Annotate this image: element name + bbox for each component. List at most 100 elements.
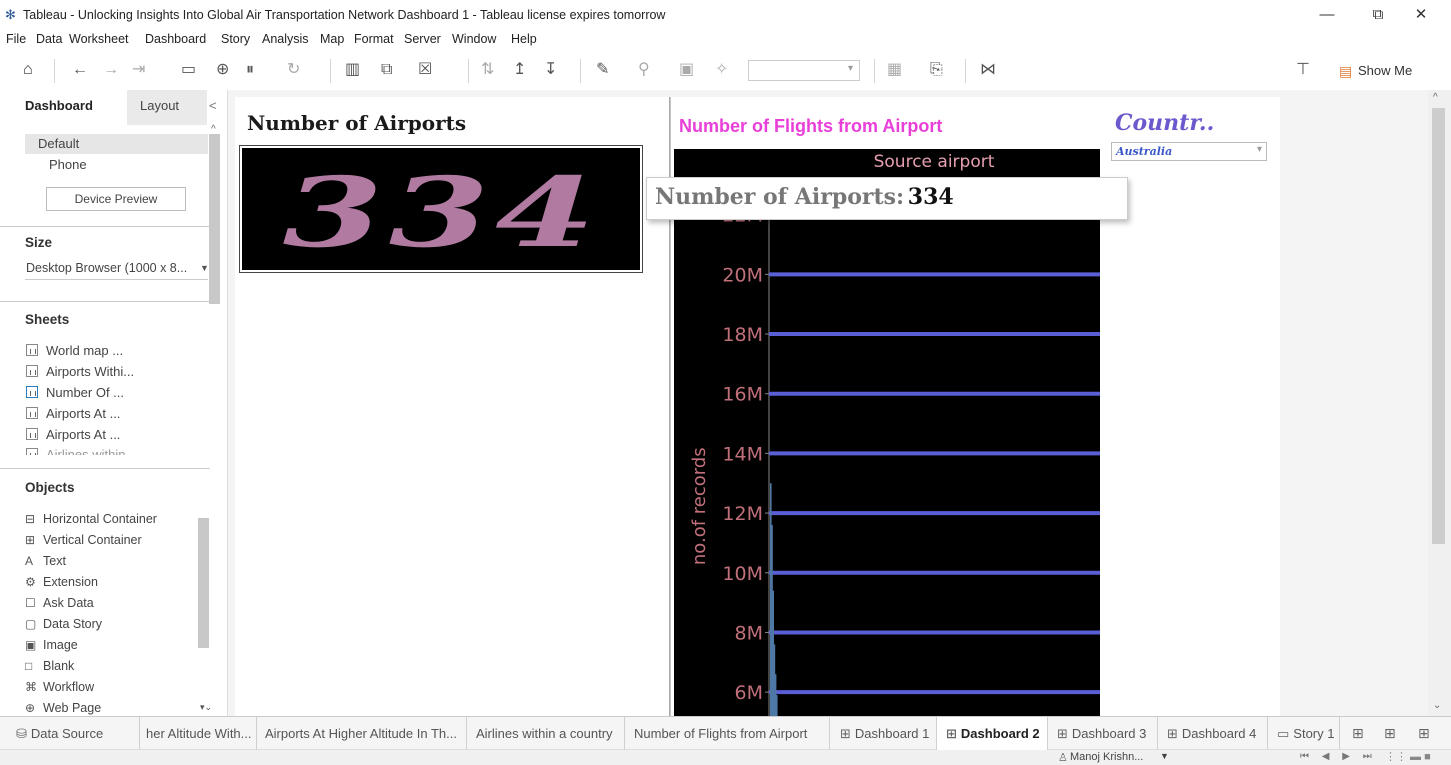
tab-sheet[interactable]: Airlines within a country — [467, 717, 625, 750]
size-heading: Size — [25, 235, 53, 250]
tab-label: Airlines within a country — [476, 726, 613, 741]
scroll-down-icon[interactable]: ⌄ — [1433, 700, 1441, 711]
object-image[interactable]: ▣ Image — [25, 638, 78, 652]
tab-dashboard-2[interactable]: ⊞ Dashboard 2 — [937, 717, 1048, 750]
object-extension[interactable]: ⚙ Extension — [25, 575, 98, 589]
menu-dashboard[interactable]: Dashboard — [145, 32, 206, 46]
presentation-icon[interactable]: ⎘ — [930, 61, 943, 79]
pause-icon[interactable]: ⏸ — [246, 61, 254, 79]
new-story-tab-icon[interactable]: ⊞ — [1418, 725, 1430, 742]
device-default[interactable]: Default — [38, 136, 79, 151]
sort-desc-icon[interactable]: ↧ — [544, 61, 557, 79]
tab-dashboard-3[interactable]: ⊞ Dashboard 3 — [1048, 717, 1158, 750]
sheet-item[interactable]: Number Of ... — [26, 385, 124, 400]
object-text[interactable]: A Text — [25, 554, 66, 568]
tab-sheet[interactable]: Airports At Higher Altitude In Th... — [257, 717, 467, 750]
sheet-item[interactable]: Airports At ... — [26, 427, 120, 442]
menu-file[interactable]: File — [6, 32, 26, 46]
toolbar-separator — [54, 59, 55, 83]
menu-help[interactable]: Help — [511, 32, 537, 46]
country-filter-dropdown[interactable]: Australia ▾ — [1111, 142, 1267, 161]
fit-icon[interactable]: ▦ — [887, 61, 902, 79]
new-dashboard-tab-icon[interactable]: ⊞ — [1384, 725, 1396, 742]
forward-icon[interactable]: → — [103, 61, 119, 79]
dashboard-icon: ⊞ — [1057, 726, 1068, 741]
menu-window[interactable]: Window — [452, 32, 496, 46]
user-menu[interactable]: Manoj Krishn... — [1070, 751, 1143, 763]
save-icon[interactable]: ▭ — [181, 61, 196, 79]
close-button[interactable]: ✕ — [1401, 4, 1441, 26]
back-icon[interactable]: ← — [72, 61, 88, 79]
tab-dashboard[interactable]: Dashboard — [0, 90, 127, 125]
object-workflow[interactable]: ⌘ Workflow — [25, 680, 94, 694]
restore-button[interactable]: ⧉ — [1358, 4, 1398, 26]
tab-dashboard-1[interactable]: ⊞ Dashboard 1 — [830, 717, 937, 750]
canvas-scrollbar[interactable]: ^ ⌄ — [1428, 90, 1451, 716]
blank-icon: □ — [25, 659, 33, 673]
tab-label: Dashboard 3 — [1071, 726, 1147, 741]
object-label: Vertical Container — [43, 533, 142, 547]
sheet-item[interactable]: Airlines within ... — [26, 447, 140, 455]
show-me-button[interactable]: Show Me — [1358, 63, 1412, 78]
fit-dropdown[interactable]: ▾ — [748, 60, 860, 81]
swap-icon[interactable]: ⇅ — [481, 61, 494, 79]
object-web-page[interactable]: ⊕ Web Page — [25, 701, 101, 715]
refresh-icon[interactable]: ↻ — [287, 61, 300, 79]
web-page-icon: ⊕ — [25, 701, 36, 715]
menu-worksheet[interactable]: Worksheet — [69, 32, 129, 46]
menu-analysis[interactable]: Analysis — [262, 32, 309, 46]
sheet-item[interactable]: Airports At ... — [26, 406, 120, 421]
collapse-panel-icon[interactable]: < — [209, 98, 217, 113]
pin-icon[interactable]: ⚲ — [638, 61, 650, 79]
share-icon[interactable]: ⋈ — [980, 61, 996, 79]
view-toggle-icons[interactable]: ⋮⋮ ▬ ■ — [1385, 750, 1431, 763]
menu-data[interactable]: Data — [36, 32, 62, 46]
worksheet-in-use-icon — [26, 386, 38, 398]
label-icon[interactable]: ▣ — [679, 61, 694, 79]
home-icon[interactable]: ⌂ — [23, 61, 33, 79]
menu-server[interactable]: Server — [404, 32, 441, 46]
menu-format[interactable]: Format — [354, 32, 394, 46]
menu-map[interactable]: Map — [320, 32, 344, 46]
duplicate-icon[interactable]: ⧉ — [381, 61, 392, 79]
signpost-icon[interactable]: ⊤ — [1296, 61, 1310, 79]
object-blank[interactable]: □ Blank — [25, 659, 74, 673]
redo-icon[interactable]: ⇥ — [132, 61, 145, 79]
dashboard-icon: ⊞ — [840, 726, 851, 741]
object-vertical-container[interactable]: ⊞ Vertical Container — [25, 533, 142, 547]
chevron-down-icon: ▾ — [847, 63, 853, 74]
chevron-down-icon[interactable]: ▾⌄ — [200, 702, 212, 713]
object-horizontal-container[interactable]: ⊟ Horizontal Container — [25, 512, 157, 526]
chevron-down-icon[interactable]: ▼ — [1160, 751, 1169, 761]
tab-story-1[interactable]: ▭ Story 1 — [1268, 717, 1340, 750]
scroll-up-icon[interactable]: ^ — [1433, 92, 1438, 103]
minimize-button[interactable]: — — [1307, 4, 1347, 26]
show-me-icon[interactable]: ▤ — [1339, 63, 1352, 80]
objects-scrollbar[interactable] — [198, 518, 209, 648]
new-worksheet-tab-icon[interactable]: ⊞ — [1352, 725, 1364, 742]
highlight-icon[interactable]: ✎ — [596, 61, 609, 79]
tab-dashboard-4[interactable]: ⊞ Dashboard 4 — [1158, 717, 1268, 750]
device-phone[interactable]: Phone — [49, 157, 87, 172]
new-datasource-icon[interactable]: ⊕ — [216, 61, 229, 79]
sheet-item-label: Number Of ... — [46, 385, 125, 400]
menu-story[interactable]: Story — [221, 32, 250, 46]
kpi-card[interactable]: 334 — [239, 145, 643, 273]
sheet-item[interactable]: World map ... — [26, 343, 123, 358]
sort-asc-icon[interactable]: ↥ — [513, 61, 526, 79]
flights-chart[interactable]: Source airport6M8M10M12M14M16M18M20M22Mn… — [674, 149, 1100, 716]
tab-data-source[interactable]: ⛁ Data Source — [0, 717, 140, 750]
sheet-item-label: Airports At ... — [46, 427, 121, 442]
chevron-up-icon[interactable]: ^ — [211, 124, 216, 135]
scrollbar-thumb[interactable] — [1432, 108, 1445, 544]
clear-icon[interactable]: ☒ — [418, 61, 432, 79]
sheet-item[interactable]: Airports Withi... — [26, 364, 134, 379]
tab-layout[interactable]: Layout — [127, 90, 207, 125]
object-ask-data[interactable]: ☐ Ask Data — [25, 596, 94, 610]
new-worksheet-icon[interactable]: ▥ — [345, 61, 360, 79]
object-data-story[interactable]: ▢ Data Story — [25, 617, 102, 631]
tab-sheet[interactable]: her Altitude With... — [140, 717, 257, 750]
tab-sheet[interactable]: Number of Flights from Airport — [625, 717, 830, 750]
fix-axes-icon[interactable]: ✧ — [715, 61, 728, 79]
sheet-navigation[interactable]: ⏮ ◀ ▶ ⏭ — [1300, 751, 1377, 762]
